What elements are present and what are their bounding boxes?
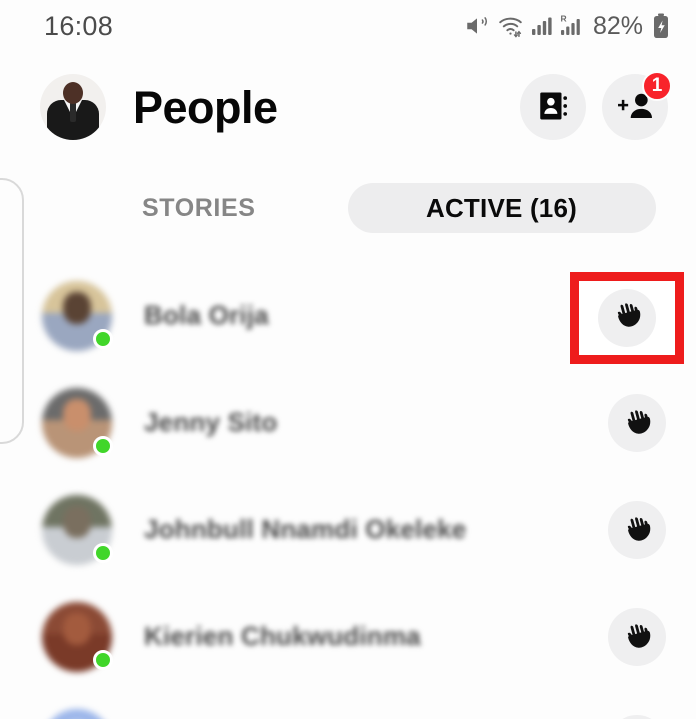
- wave-button[interactable]: [608, 714, 666, 719]
- status-bar: 16:08 R 82%: [0, 0, 696, 52]
- list-item[interactable]: Jenny Sito: [0, 369, 696, 476]
- list-item[interactable]: Kierien Chukwudinma: [0, 583, 696, 690]
- avatar: [42, 708, 112, 719]
- svg-text:R: R: [560, 14, 566, 24]
- avatar-wrap: [42, 494, 113, 565]
- mute-icon: [464, 13, 490, 39]
- online-status-dot: [93, 328, 113, 349]
- add-person-badge: 1: [642, 71, 672, 101]
- avatar-face: [63, 291, 91, 324]
- avatar-wrap: [42, 280, 113, 351]
- person-name: Kierien Chukwudinma: [144, 621, 421, 651]
- avatar-bg-top: [42, 708, 112, 719]
- online-status-dot: [93, 649, 113, 670]
- wave-icon: [620, 299, 654, 333]
- contacts-button[interactable]: [520, 74, 586, 140]
- list-item[interactable]: Johnbull Nnamdi Okeleke: [0, 476, 696, 583]
- avatar-wrap: [42, 708, 112, 719]
- person-name: Bola Orija: [144, 300, 269, 330]
- wave-icon: [620, 620, 654, 654]
- add-person-button[interactable]: 1: [602, 71, 672, 140]
- avatar-face: [63, 505, 91, 538]
- list-item[interactable]: [0, 690, 696, 719]
- person-name: Jenny Sito: [144, 407, 278, 437]
- online-status-dot: [93, 435, 113, 456]
- tab-bar: STORIES ACTIVE (16): [0, 172, 696, 244]
- wave-button[interactable]: [608, 286, 666, 345]
- avatar-head: [63, 82, 83, 104]
- tab-active[interactable]: ACTIVE (16): [347, 183, 656, 233]
- online-status-dot: [93, 542, 113, 563]
- app-header: People 1: [0, 52, 696, 162]
- avatar-wrap: [42, 387, 113, 458]
- avatar-wrap: [42, 601, 113, 672]
- wave-icon: [620, 513, 654, 547]
- wave-button[interactable]: [608, 607, 666, 666]
- wave-icon: [620, 406, 654, 440]
- avatar-face: [63, 612, 91, 645]
- phone-screen: 16:08 R 82% People 1 STORIES ACTIVE (16)…: [0, 0, 696, 719]
- avatar-face: [63, 398, 91, 431]
- tab-stories[interactable]: STORIES: [142, 194, 256, 223]
- wave-button[interactable]: [608, 393, 666, 452]
- battery-charging-icon: [652, 13, 670, 39]
- profile-avatar[interactable]: [40, 74, 106, 140]
- person-name: Johnbull Nnamdi Okeleke: [144, 514, 467, 544]
- people-list[interactable]: Bola Orija Jenny Sito Johnbull Nnamdi Ok…: [0, 262, 696, 719]
- wave-button[interactable]: [608, 500, 666, 559]
- battery-percent-label: 82%: [592, 11, 643, 40]
- status-icon-group: R 82%: [464, 12, 670, 41]
- signal-icon: [531, 14, 553, 38]
- contacts-icon: [536, 89, 570, 126]
- header-actions: 1: [520, 71, 672, 140]
- wifi-icon: [497, 13, 524, 39]
- list-item[interactable]: Bola Orija: [0, 262, 696, 369]
- avatar-tie: [70, 102, 76, 122]
- page-title: People: [133, 81, 278, 133]
- roaming-signal-icon: R: [560, 13, 584, 39]
- status-clock: 16:08: [44, 10, 114, 41]
